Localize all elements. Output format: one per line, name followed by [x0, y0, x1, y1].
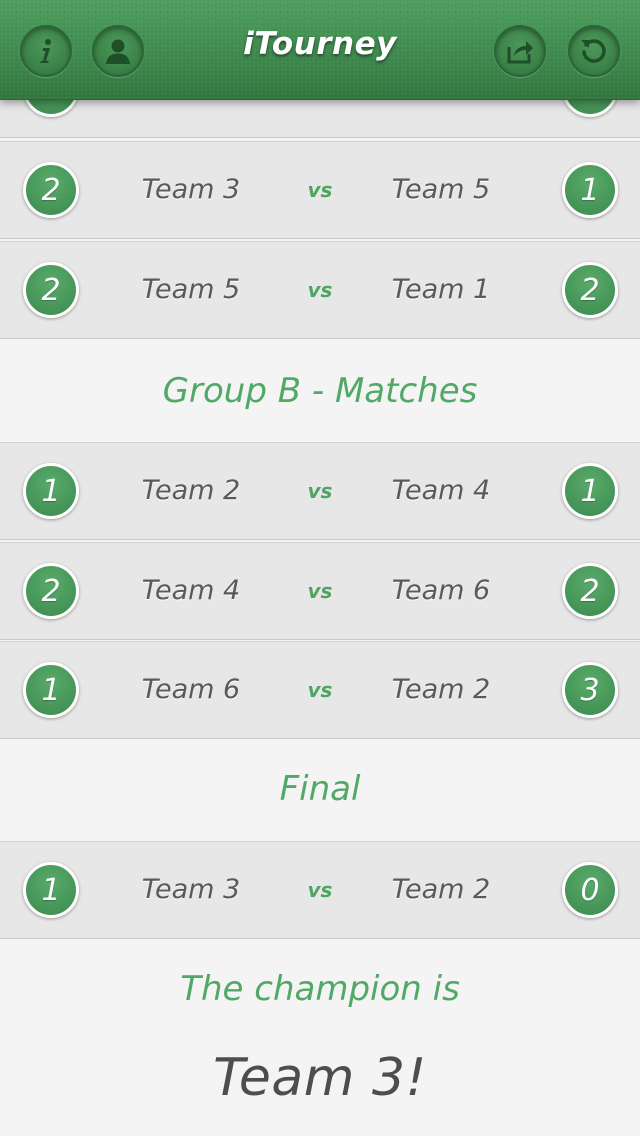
champion-name: Team 3! — [213, 1048, 427, 1108]
final-heading: Final — [0, 740, 640, 840]
away-score-badge[interactable]: 0 — [562, 862, 618, 918]
vs-label: vs — [307, 579, 333, 603]
home-team-name: Team 2 — [141, 475, 241, 506]
group-b-heading: Group B - Matches — [0, 340, 640, 440]
away-score-badge[interactable]: 2 — [562, 563, 618, 619]
reset-icon — [578, 35, 610, 67]
home-team-name: Team 4 — [141, 575, 241, 606]
match-row[interactable]: 2 Team 5 vs Team 1 2 — [0, 241, 640, 339]
vs-label: vs — [307, 479, 333, 503]
away-team-name: Team 1 — [391, 274, 491, 305]
share-icon — [504, 35, 536, 67]
away-score-badge[interactable]: 3 — [562, 662, 618, 718]
reset-button[interactable] — [568, 25, 620, 77]
away-team-name: Team 2 — [391, 874, 491, 905]
away-score-badge[interactable]: 2 — [562, 262, 618, 318]
home-team-name: Team 3 — [141, 174, 241, 205]
home-score-badge[interactable]: 2 — [23, 162, 79, 218]
match-row[interactable]: 1 Team 2 vs Team 4 1 — [0, 442, 640, 540]
away-score-badge[interactable]: 1 — [562, 463, 618, 519]
home-team-name: Team 3 — [141, 874, 241, 905]
away-team-name: Team 5 — [391, 174, 491, 205]
away-score-badge[interactable]: 1 — [562, 162, 618, 218]
vs-label: vs — [307, 178, 333, 202]
champion-label: The champion is — [180, 969, 460, 1009]
match-list[interactable]: 1 Team 1 vs Team 3 2 2 Team 3 vs Team 5 … — [0, 0, 640, 1136]
nav-bar: iTourney — [0, 0, 640, 100]
home-score-badge[interactable]: 2 — [23, 262, 79, 318]
vs-label: vs — [307, 278, 333, 302]
away-team-name: Team 2 — [391, 674, 491, 705]
home-score-badge[interactable]: 1 — [23, 862, 79, 918]
vs-label: vs — [307, 678, 333, 702]
match-row[interactable]: 2 Team 3 vs Team 5 1 — [0, 141, 640, 239]
match-row[interactable]: 1 Team 3 vs Team 2 0 — [0, 841, 640, 939]
away-team-name: Team 4 — [391, 475, 491, 506]
home-score-badge[interactable]: 1 — [23, 662, 79, 718]
home-team-name: Team 6 — [141, 674, 241, 705]
match-row[interactable]: 1 Team 6 vs Team 2 3 — [0, 641, 640, 739]
home-score-badge[interactable]: 2 — [23, 563, 79, 619]
vs-label: vs — [307, 878, 333, 902]
home-score-badge[interactable]: 1 — [23, 463, 79, 519]
away-team-name: Team 6 — [391, 575, 491, 606]
match-row[interactable]: 2 Team 4 vs Team 6 2 — [0, 542, 640, 640]
home-team-name: Team 5 — [141, 274, 241, 305]
share-button[interactable] — [494, 25, 546, 77]
